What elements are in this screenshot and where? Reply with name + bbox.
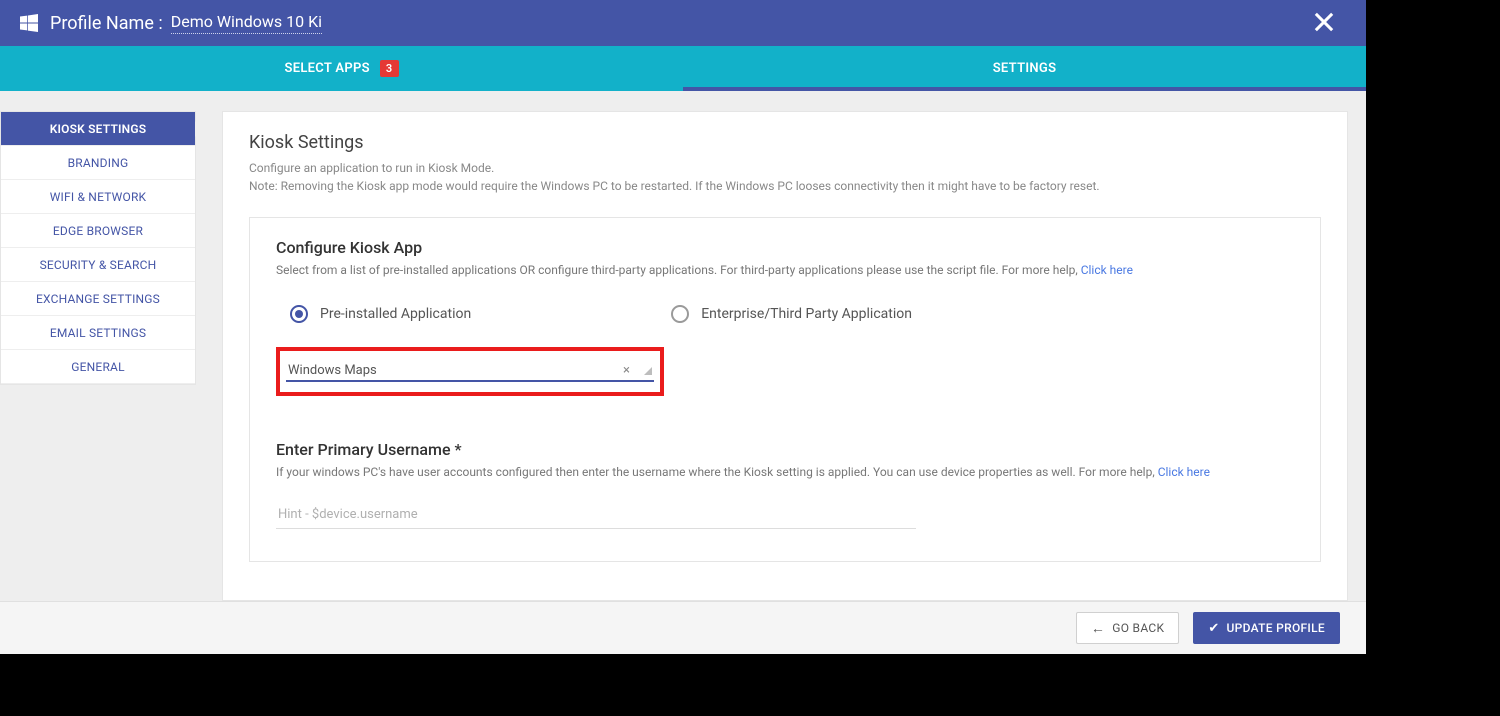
username-title: Enter Primary Username * (276, 440, 1294, 459)
radio-preinstalled-label: Pre-installed Application (320, 306, 471, 322)
windows-icon (20, 14, 38, 32)
dropdown-caret-icon (644, 367, 652, 375)
profile-name-value[interactable]: Demo Windows 10 Ki (171, 12, 322, 34)
footer-bar: ← GO BACK ✔ UPDATE PROFILE (0, 601, 1366, 654)
sidebar-item-security-search[interactable]: SECURITY & SEARCH (1, 248, 195, 282)
app-select-value: Windows Maps (288, 363, 377, 378)
configure-card: Configure Kiosk App Select from a list o… (249, 217, 1321, 562)
update-profile-label: UPDATE PROFILE (1227, 621, 1325, 635)
radio-enterprise[interactable]: Enterprise/Third Party Application (671, 305, 912, 323)
sidebar-item-kiosk-settings[interactable]: KIOSK SETTINGS (1, 112, 195, 146)
sidebar-item-wifi-network[interactable]: WIFI & NETWORK (1, 180, 195, 214)
tab-settings-label: SETTINGS (993, 61, 1057, 76)
sidebar-item-email-settings[interactable]: EMAIL SETTINGS (1, 316, 195, 350)
app-select[interactable]: Windows Maps × (286, 361, 654, 382)
radio-icon (290, 305, 308, 323)
sidebar-item-general[interactable]: GENERAL (1, 350, 195, 384)
tab-settings[interactable]: SETTINGS (683, 46, 1366, 91)
select-apps-badge: 3 (380, 60, 399, 77)
clear-icon[interactable]: × (623, 363, 630, 378)
main-panel: Kiosk Settings Configure an application … (222, 111, 1348, 601)
check-icon: ✔ (1208, 621, 1219, 636)
page-desc-2: Note: Removing the Kiosk app mode would … (249, 177, 1321, 195)
sidebar-item-branding[interactable]: BRANDING (1, 146, 195, 180)
sidebar-item-exchange-settings[interactable]: EXCHANGE SETTINGS (1, 282, 195, 316)
configure-desc: Select from a list of pre-installed appl… (276, 263, 1294, 277)
update-profile-button[interactable]: ✔ UPDATE PROFILE (1193, 612, 1340, 644)
configure-title: Configure Kiosk App (276, 238, 1294, 257)
tab-select-apps[interactable]: SELECT APPS 3 (0, 46, 683, 91)
radio-enterprise-label: Enterprise/Third Party Application (701, 306, 912, 322)
profile-name-label: Profile Name : (50, 13, 163, 34)
radio-icon (671, 305, 689, 323)
app-type-radio-group: Pre-installed Application Enterprise/Thi… (290, 305, 1294, 323)
arrow-left-icon: ← (1091, 620, 1105, 637)
username-help-link[interactable]: Click here (1158, 465, 1210, 479)
sidebar-item-edge-browser[interactable]: EDGE BROWSER (1, 214, 195, 248)
username-desc: If your windows PC's have user accounts … (276, 465, 1294, 479)
username-block: Enter Primary Username * If your windows… (276, 440, 1294, 529)
go-back-button[interactable]: ← GO BACK (1076, 612, 1179, 644)
app-select-highlight: Windows Maps × (276, 347, 664, 396)
configure-help-link[interactable]: Click here (1081, 263, 1133, 277)
settings-sidebar: KIOSK SETTINGS BRANDING WIFI & NETWORK E… (0, 111, 196, 385)
close-icon[interactable] (1310, 8, 1338, 36)
tab-select-apps-label: SELECT APPS (284, 61, 369, 76)
go-back-label: GO BACK (1112, 621, 1164, 635)
header-bar: Profile Name : Demo Windows 10 Ki (0, 0, 1366, 46)
page-title: Kiosk Settings (249, 132, 1321, 153)
page-desc-1: Configure an application to run in Kiosk… (249, 159, 1321, 177)
radio-preinstalled[interactable]: Pre-installed Application (290, 305, 471, 323)
top-tabs: SELECT APPS 3 SETTINGS (0, 46, 1366, 91)
username-input[interactable] (276, 497, 916, 529)
